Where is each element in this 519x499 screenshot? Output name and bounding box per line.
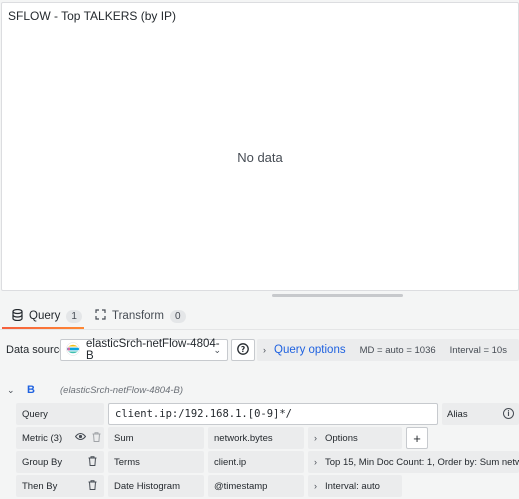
query-input-row: Query Alias i [16, 403, 519, 425]
group-by-actions [88, 456, 97, 469]
tab-query-label: Query [29, 310, 61, 322]
metric-options-toggle[interactable]: › Options [308, 427, 402, 449]
query-options-label: Query options [274, 344, 346, 356]
svg-text:?: ? [241, 344, 245, 353]
panel-resize-handle[interactable] [272, 294, 403, 297]
chevron-right-icon: › [314, 433, 317, 443]
group-by-field: client.ip [214, 456, 247, 468]
datasource-row: Data source elasticSrch-netFlow-4804-B ⌄… [0, 338, 519, 362]
metric-field-select[interactable]: network.bytes [208, 427, 304, 449]
then-by-field: @timestamp [214, 480, 268, 492]
metric-type: Sum [114, 432, 134, 444]
then-by-options-toggle[interactable]: › Interval: auto [308, 475, 402, 497]
then-by-label: Then By [22, 480, 58, 492]
datasource-picker[interactable]: elasticSrch-netFlow-4804-B ⌄ [60, 338, 228, 362]
info-icon[interactable]: i [503, 408, 514, 419]
trash-icon[interactable] [88, 480, 97, 493]
then-by-type-select[interactable]: Date Histogram [108, 475, 204, 497]
then-by-type: Date Histogram [114, 480, 180, 492]
query-row-header[interactable]: ⌄ B (elasticSrch-netFlow-4804-B) [0, 382, 519, 400]
tabs-divider [0, 329, 519, 330]
tab-query[interactable]: Query 1 [12, 305, 82, 327]
chevron-right-icon: › [314, 457, 317, 467]
datasource-selected: elasticSrch-netFlow-4804-B [86, 338, 220, 362]
query-label: Query [22, 408, 48, 420]
then-by-label-cell: Then By [16, 475, 104, 497]
database-icon [12, 308, 23, 324]
query-options-toggle[interactable]: › Query options MD = auto = 1036 Interva… [257, 339, 519, 361]
add-metric-button[interactable]: + [406, 427, 428, 449]
tab-transform-label: Transform [112, 310, 164, 322]
query-options-md: MD = auto = 1036 [359, 344, 436, 356]
group-by-type-select[interactable]: Terms [108, 451, 204, 473]
chevron-right-icon: › [314, 481, 317, 491]
metric-label: Metric (3) [22, 432, 63, 444]
group-by-field-select[interactable]: client.ip [208, 451, 304, 473]
query-datasource-note: (elasticSrch-netFlow-4804-B) [60, 385, 184, 396]
group-by-options-label: Top 15, Min Doc Count: 1, Order by: Sum … [325, 456, 519, 468]
collapse-chevron-icon[interactable]: ⌄ [7, 385, 15, 396]
plus-icon: + [413, 430, 421, 446]
elasticsearch-logo-icon [66, 341, 80, 359]
query-options-interval: Interval = 10s [449, 344, 507, 356]
then-by-row: Then By Date Histogram @timestamp › Inte… [16, 475, 519, 497]
group-by-label-cell: Group By [16, 451, 104, 473]
lucene-query-input[interactable] [108, 403, 438, 425]
metric-label-cell: Metric (3) [16, 427, 104, 449]
trash-icon[interactable] [92, 432, 101, 445]
datasource-label: Data source [6, 344, 66, 356]
metric-row: Metric (3) Sum network.bytes › Options + [16, 427, 519, 449]
tab-query-count: 1 [66, 309, 82, 323]
chevron-down-icon: ⌄ [213, 345, 221, 355]
alias-label: Alias [447, 408, 468, 420]
then-by-actions [88, 480, 97, 493]
group-by-label: Group By [22, 456, 63, 468]
group-by-options-toggle[interactable]: › Top 15, Min Doc Count: 1, Order by: Su… [308, 451, 519, 473]
then-by-field-select[interactable]: @timestamp [208, 475, 304, 497]
eye-icon[interactable] [74, 432, 87, 445]
metric-options-label: Options [325, 432, 358, 444]
alias-cell[interactable]: Alias i [442, 403, 519, 425]
metric-type-select[interactable]: Sum [108, 427, 204, 449]
group-by-row: Group By Terms client.ip › Top 15, Min D… [16, 451, 519, 473]
transform-icon [95, 309, 106, 323]
no-data-message: No data [237, 150, 283, 165]
query-letter[interactable]: B [27, 384, 35, 396]
query-tabs: Query 1 Transform 0 [0, 305, 519, 329]
query-label-cell: Query [16, 403, 104, 425]
question-circle-icon: ? [237, 342, 249, 358]
datasource-help-button[interactable]: ? [231, 339, 255, 361]
panel-title[interactable]: SFLOW - Top TALKERS (by IP) [8, 9, 176, 23]
tab-transform-count: 0 [169, 309, 186, 323]
then-by-options-label: Interval: auto [325, 480, 380, 492]
tab-transform[interactable]: Transform 0 [95, 305, 186, 327]
metric-actions [74, 432, 101, 445]
trash-icon[interactable] [88, 456, 97, 469]
panel: SFLOW - Top TALKERS (by IP) No data [1, 2, 519, 291]
group-by-type: Terms [114, 456, 140, 468]
metric-field: network.bytes [214, 432, 273, 444]
chevron-right-icon: › [263, 345, 266, 355]
